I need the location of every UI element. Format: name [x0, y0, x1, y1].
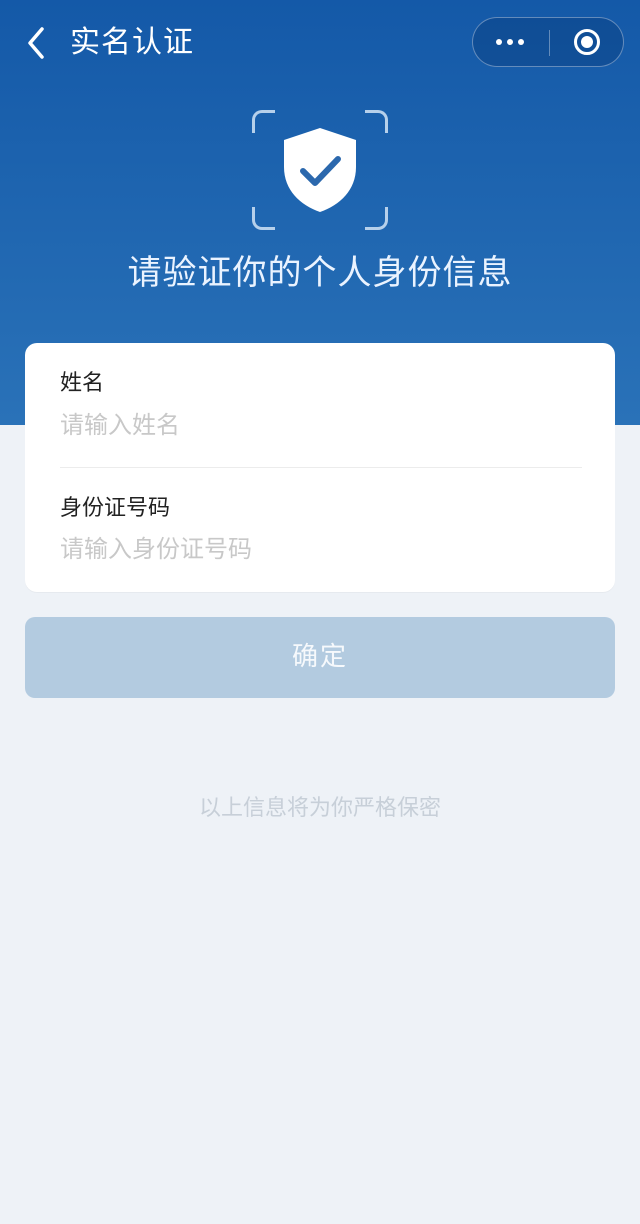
privacy-note: 以上信息将为你严格保密 — [198, 796, 441, 821]
name-label: 姓名 — [60, 371, 105, 396]
frame-corner — [252, 207, 275, 230]
more-dots-icon — [496, 39, 502, 45]
target-circle-icon — [581, 36, 593, 48]
confirm-button[interactable]: 确定 — [25, 617, 615, 698]
shield-check-icon — [278, 126, 362, 214]
id-number-input[interactable] — [60, 532, 580, 566]
chevron-left-icon — [24, 26, 48, 60]
field-divider — [60, 467, 582, 468]
back-button[interactable] — [24, 26, 48, 60]
more-dots-icon — [507, 39, 513, 45]
more-dots-icon — [518, 39, 524, 45]
identity-form-card: 姓名 身份证号码 — [25, 343, 615, 592]
mini-program-capsule — [472, 17, 624, 67]
close-button[interactable] — [550, 18, 623, 66]
page-title: 实名认证 — [70, 25, 194, 60]
verification-title: 请验证你的个人身份信息 — [127, 253, 513, 293]
name-input[interactable] — [60, 408, 580, 442]
frame-corner — [252, 110, 275, 133]
frame-corner — [365, 207, 388, 230]
more-button[interactable] — [473, 18, 549, 66]
id-number-label: 身份证号码 — [60, 496, 171, 521]
frame-corner — [365, 110, 388, 133]
